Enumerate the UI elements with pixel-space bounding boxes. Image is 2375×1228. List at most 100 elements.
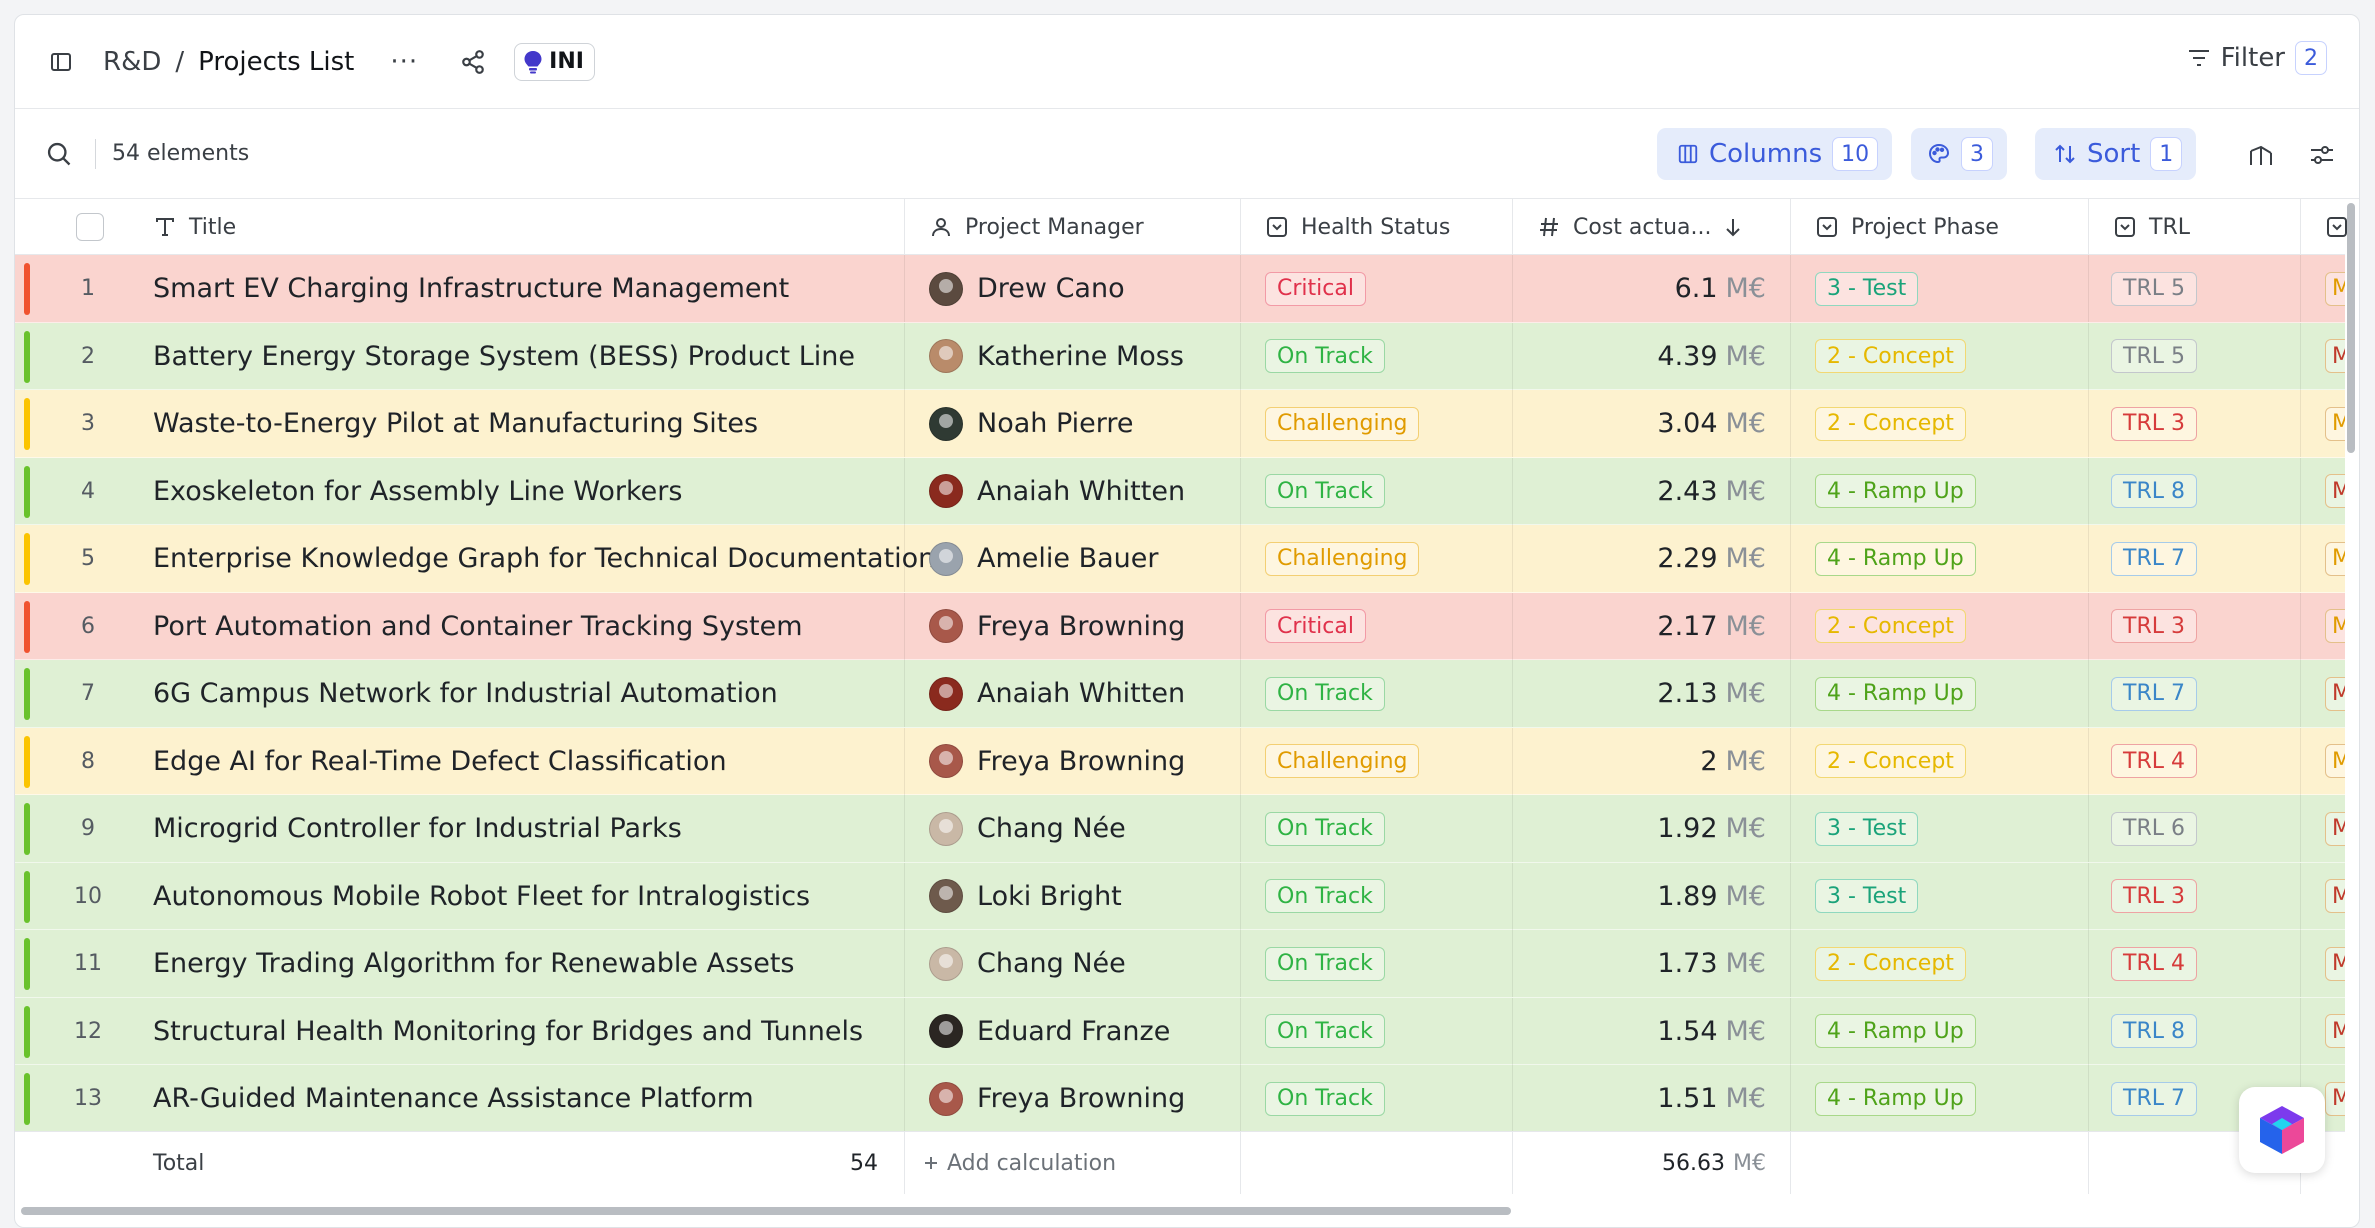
cost-cell[interactable]: 2.17 M€ bbox=[1513, 592, 1791, 660]
next-column-cell[interactable]: M bbox=[2301, 660, 2345, 727]
sort-button[interactable]: Sort 1 bbox=[2035, 128, 2197, 180]
project-manager-cell[interactable]: Katherine Moss bbox=[905, 322, 1241, 390]
trl-cell[interactable]: TRL 3 bbox=[2089, 592, 2301, 660]
project-manager-cell[interactable]: Anaiah Whitten bbox=[905, 457, 1241, 525]
next-column-cell[interactable]: M bbox=[2301, 998, 2345, 1065]
project-title[interactable]: AR-Guided Maintenance Assistance Platfor… bbox=[121, 1065, 905, 1132]
table-row[interactable]: 4 Exoskeleton for Assembly Line Workers An… bbox=[15, 457, 2345, 525]
select-all-checkbox[interactable] bbox=[76, 213, 104, 241]
trl-cell[interactable]: TRL 7 bbox=[2089, 660, 2301, 727]
share-icon[interactable] bbox=[460, 49, 486, 75]
project-phase-cell[interactable]: 2 - Concept bbox=[1791, 930, 2089, 997]
trl-cell[interactable]: TRL 5 bbox=[2089, 322, 2301, 390]
search-icon[interactable] bbox=[45, 140, 73, 168]
project-manager-cell[interactable]: Freya Browning bbox=[905, 727, 1241, 795]
next-column-cell[interactable]: M bbox=[2301, 795, 2345, 862]
project-manager-cell[interactable]: Chang Née bbox=[905, 930, 1241, 997]
table-row[interactable]: 13 AR-Guided Maintenance Assistance Platf… bbox=[15, 1065, 2345, 1133]
table-row[interactable]: 7 6G Campus Network for Industrial Automa… bbox=[15, 660, 2345, 728]
health-status-cell[interactable]: On Track bbox=[1241, 1065, 1513, 1132]
next-column-cell[interactable]: M bbox=[2301, 593, 2345, 660]
trl-cell[interactable]: TRL 8 bbox=[2089, 997, 2301, 1065]
table-row[interactable]: 1 Smart EV Charging Infrastructure Manage… bbox=[15, 255, 2345, 323]
add-calculation-button[interactable]: Add calculation bbox=[905, 1132, 1241, 1194]
column-header-cost[interactable]: Cost actua... bbox=[1513, 199, 1791, 255]
project-manager-cell[interactable]: Drew Cano bbox=[905, 255, 1241, 322]
view-settings-icon[interactable] bbox=[2309, 143, 2335, 167]
cost-cell[interactable]: 2 M€ bbox=[1513, 727, 1791, 795]
project-phase-cell[interactable]: 3 - Test bbox=[1791, 795, 2089, 862]
table-row[interactable]: 9 Microgrid Controller for Industrial Par… bbox=[15, 795, 2345, 863]
trl-cell[interactable]: TRL 6 bbox=[2089, 795, 2301, 862]
table-row[interactable]: 3 Waste-to-Energy Pilot at Manufacturing … bbox=[15, 390, 2345, 458]
health-status-cell[interactable]: Critical bbox=[1241, 592, 1513, 660]
health-status-cell[interactable]: Challenging bbox=[1241, 727, 1513, 795]
project-title[interactable]: Smart EV Charging Infrastructure Managem… bbox=[121, 255, 905, 322]
project-manager-cell[interactable]: Amelie Bauer bbox=[905, 525, 1241, 592]
project-manager-cell[interactable]: Eduard Franze bbox=[905, 997, 1241, 1065]
table-row[interactable]: 2 Battery Energy Storage System (BESS) Pr… bbox=[15, 322, 2345, 390]
column-header-next[interactable] bbox=[2301, 199, 2347, 255]
health-status-cell[interactable]: On Track bbox=[1241, 457, 1513, 525]
trl-cell[interactable]: TRL 7 bbox=[2089, 525, 2301, 592]
cost-cell[interactable]: 1.54 M€ bbox=[1513, 997, 1791, 1065]
project-title[interactable]: Structural Health Monitoring for Bridges… bbox=[121, 997, 905, 1065]
next-column-cell[interactable]: M bbox=[2301, 863, 2345, 930]
trl-cell[interactable]: TRL 4 bbox=[2089, 727, 2301, 795]
project-manager-cell[interactable]: Chang Née bbox=[905, 795, 1241, 862]
project-phase-cell[interactable]: 4 - Ramp Up bbox=[1791, 457, 2089, 525]
next-column-cell[interactable]: M bbox=[2301, 458, 2345, 525]
project-phase-cell[interactable]: 2 - Concept bbox=[1791, 727, 2089, 795]
project-phase-cell[interactable]: 2 - Concept bbox=[1791, 592, 2089, 660]
project-phase-cell[interactable]: 4 - Ramp Up bbox=[1791, 1065, 2089, 1132]
cost-cell[interactable]: 1.89 M€ bbox=[1513, 862, 1791, 930]
project-title[interactable]: 6G Campus Network for Industrial Automat… bbox=[121, 660, 905, 727]
project-title[interactable]: Exoskeleton for Assembly Line Workers bbox=[121, 457, 905, 525]
column-header-trl[interactable]: TRL bbox=[2089, 199, 2301, 255]
health-status-cell[interactable]: Challenging bbox=[1241, 390, 1513, 457]
project-title[interactable]: Microgrid Controller for Industrial Park… bbox=[121, 795, 905, 862]
next-column-cell[interactable]: M bbox=[2301, 728, 2345, 795]
trl-cell[interactable]: TRL 3 bbox=[2089, 390, 2301, 457]
project-title[interactable]: Autonomous Mobile Robot Fleet for Intral… bbox=[121, 862, 905, 930]
project-phase-cell[interactable]: 4 - Ramp Up bbox=[1791, 525, 2089, 592]
project-phase-cell[interactable]: 4 - Ramp Up bbox=[1791, 660, 2089, 727]
project-title[interactable]: Battery Energy Storage System (BESS) Pro… bbox=[121, 322, 905, 390]
next-column-cell[interactable]: M bbox=[2301, 255, 2345, 322]
cost-cell[interactable]: 2.29 M€ bbox=[1513, 525, 1791, 592]
column-header-title[interactable]: Title bbox=[121, 199, 905, 255]
table-row[interactable]: 10 Autonomous Mobile Robot Fleet for Intr… bbox=[15, 862, 2345, 930]
cost-cell[interactable]: 4.39 M€ bbox=[1513, 322, 1791, 390]
project-title[interactable]: Enterprise Knowledge Graph for Technical… bbox=[121, 525, 935, 592]
project-manager-cell[interactable]: Freya Browning bbox=[905, 1065, 1241, 1132]
trl-cell[interactable]: TRL 5 bbox=[2089, 255, 2301, 322]
table-row[interactable]: 8 Edge AI for Real-Time Defect Classifica… bbox=[15, 727, 2345, 795]
health-status-cell[interactable]: Critical bbox=[1241, 255, 1513, 322]
project-manager-cell[interactable]: Loki Bright bbox=[905, 862, 1241, 930]
horizontal-scrollbar[interactable] bbox=[21, 1207, 1511, 1215]
health-status-cell[interactable]: On Track bbox=[1241, 862, 1513, 930]
health-status-cell[interactable]: On Track bbox=[1241, 322, 1513, 390]
project-title[interactable]: Waste-to-Energy Pilot at Manufacturing S… bbox=[121, 390, 905, 457]
column-header-project-manager[interactable]: Project Manager bbox=[905, 199, 1241, 255]
health-status-cell[interactable]: Challenging bbox=[1241, 525, 1513, 592]
table-row[interactable]: 6 Port Automation and Container Tracking … bbox=[15, 592, 2345, 660]
health-status-cell[interactable]: On Track bbox=[1241, 997, 1513, 1065]
cost-cell[interactable]: 1.51 M€ bbox=[1513, 1065, 1791, 1132]
group-by-icon[interactable] bbox=[2247, 143, 2275, 167]
next-column-cell[interactable]: M bbox=[2301, 323, 2345, 390]
next-column-cell[interactable]: M bbox=[2301, 525, 2345, 592]
table-row[interactable]: 12 Structural Health Monitoring for Bridg… bbox=[15, 997, 2345, 1065]
filter-button[interactable]: Filter 2 bbox=[2187, 41, 2327, 75]
column-header-health-status[interactable]: Health Status bbox=[1241, 199, 1513, 255]
assistant-launcher[interactable] bbox=[2239, 1087, 2325, 1173]
health-status-cell[interactable]: On Track bbox=[1241, 795, 1513, 862]
cost-cell[interactable]: 2.13 M€ bbox=[1513, 660, 1791, 727]
project-phase-cell[interactable]: 2 - Concept bbox=[1791, 390, 2089, 457]
health-status-cell[interactable]: On Track bbox=[1241, 930, 1513, 997]
project-title[interactable]: Port Automation and Container Tracking S… bbox=[121, 592, 905, 660]
workspace-badge[interactable]: INI bbox=[514, 42, 595, 81]
vertical-scrollbar[interactable] bbox=[2347, 203, 2355, 453]
cost-cell[interactable]: 6.1 M€ bbox=[1513, 255, 1791, 322]
project-phase-cell[interactable]: 3 - Test bbox=[1791, 862, 2089, 930]
